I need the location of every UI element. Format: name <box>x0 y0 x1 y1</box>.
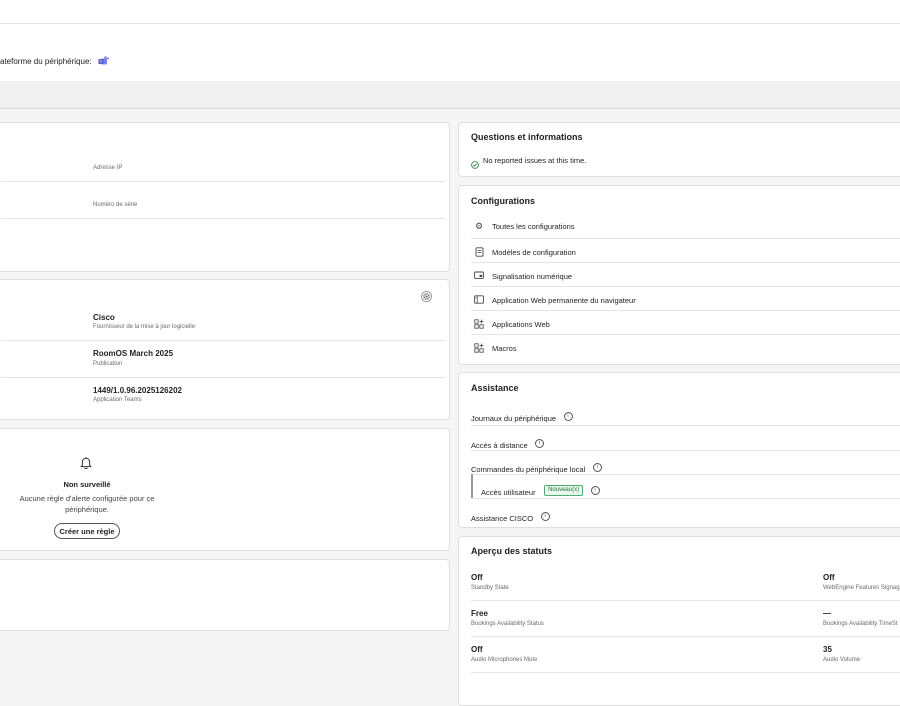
issues-status: No reported issues at this time. <box>483 156 587 165</box>
info-icon[interactable]: i <box>590 486 600 496</box>
status-label: Bookings Availability Status <box>471 621 544 627</box>
gear-icon[interactable] <box>421 289 432 302</box>
browser-icon <box>474 295 484 305</box>
info-icon[interactable]: i <box>563 412 573 422</box>
alerts-card: Non surveillé Aucune règle d'alerte conf… <box>0 428 450 551</box>
info-icon[interactable]: i <box>535 439 545 449</box>
serial-number-label: Numéro de série <box>93 202 138 208</box>
apps-icon <box>474 319 484 329</box>
assistance-item-local-commands[interactable]: Commandes du périphérique local i <box>471 459 602 474</box>
config-item-label: Toutes les configurations <box>492 222 575 231</box>
assistance-item-remote-access[interactable]: Accès à distance i <box>471 435 545 450</box>
device-header: ateforme du périphérique: T <box>0 24 900 81</box>
config-item-label: Signalisation numérique <box>492 272 573 281</box>
divider <box>1 377 445 378</box>
config-item-label: Macros <box>492 344 517 353</box>
divider <box>471 498 900 499</box>
divider <box>1 340 445 341</box>
divider <box>1 181 445 182</box>
gear-icon: ⚙ <box>474 221 484 231</box>
tab-bar <box>0 81 900 109</box>
divider <box>1 218 445 219</box>
info-icon[interactable]: i <box>540 512 550 522</box>
issues-card: Questions et informations No reported is… <box>458 122 900 177</box>
config-item-label: Application Web permanente du navigateur <box>492 296 636 305</box>
divider <box>471 262 900 263</box>
alerts-status-title: Non surveillé <box>63 480 111 489</box>
release-value: RoomOS March 2025 <box>93 349 174 358</box>
config-item-label: Modèles de configuration <box>492 248 576 257</box>
document-icon <box>474 247 484 257</box>
top-bar <box>0 0 900 24</box>
configurations-card: Configurations ⚙ Toutes les configuratio… <box>458 185 900 365</box>
divider <box>471 600 900 601</box>
software-provider-value: Cisco <box>93 313 115 322</box>
divider <box>471 672 900 673</box>
assistance-title: Assistance <box>471 383 519 393</box>
software-card: Cisco Fournisseur de la mise à jour logi… <box>0 279 450 420</box>
teams-app-label: Application Teams <box>93 397 142 403</box>
status-label: Bookings Availability TimeSt <box>823 621 898 627</box>
ip-address-label: Adresse IP <box>93 165 123 171</box>
divider <box>471 474 900 475</box>
device-info-card: Adresse IP Numéro de série <box>0 122 450 272</box>
status-value: Off <box>823 573 835 582</box>
divider <box>471 286 900 287</box>
divider <box>471 425 900 426</box>
assistance-item-label: Accès à distance <box>471 441 528 450</box>
status-label: WebEngine Features Signag <box>823 585 900 591</box>
config-item-templates[interactable]: Modèles de configuration <box>459 242 900 264</box>
status-overview-title: Aperçu des statuts <box>471 546 553 556</box>
new-badge: Nouveau(x) <box>544 485 584 497</box>
config-item-label: Applications Web <box>492 320 550 329</box>
status-value: Free <box>471 609 488 618</box>
assistance-item-label: Journaux du périphérique <box>471 414 557 423</box>
status-value: — <box>823 609 831 618</box>
status-value: Off <box>471 573 483 582</box>
assistance-item-cisco-support[interactable]: Assistance CISCO i <box>471 508 550 523</box>
config-item-signage[interactable]: Signalisation numérique <box>459 266 900 288</box>
check-circle-icon <box>471 156 479 169</box>
display-icon <box>474 271 484 281</box>
status-label: Audio Microphones Mute <box>471 657 538 663</box>
local-commands-subitem-bar <box>471 474 473 498</box>
status-value: Off <box>471 645 483 654</box>
create-rule-button[interactable]: Créer une règle <box>54 523 120 539</box>
bell-icon <box>80 457 92 470</box>
platform-info: ateforme du périphérique: T <box>0 56 109 66</box>
assistance-item-label: Commandes du périphérique local <box>471 465 586 474</box>
info-icon[interactable]: i <box>592 463 602 473</box>
issues-title: Questions et informations <box>471 132 583 142</box>
divider <box>471 238 900 239</box>
assistance-item-device-logs[interactable]: Journaux du périphérique i <box>471 408 573 423</box>
divider <box>471 334 900 335</box>
status-label: Standby State <box>471 585 509 591</box>
divider <box>471 310 900 311</box>
config-item-macros[interactable]: Macros <box>459 338 900 360</box>
status-label: Audio Volume <box>823 657 861 663</box>
alerts-description-line1: Aucune règle d'alerte configurée pour ce <box>19 494 155 503</box>
empty-card <box>0 559 450 631</box>
alerts-description-line2: périphérique. <box>65 505 109 514</box>
apps-icon <box>474 343 484 353</box>
config-item-web-apps[interactable]: Applications Web <box>459 314 900 336</box>
divider <box>471 636 900 637</box>
configurations-title: Configurations <box>471 196 535 206</box>
platform-label: ateforme du périphérique: <box>0 56 92 66</box>
assistance-item-label: Accès utilisateur <box>481 488 536 497</box>
assistance-item-label: Assistance CISCO <box>471 514 534 523</box>
config-item-all[interactable]: ⚙ Toutes les configurations <box>459 216 900 238</box>
software-provider-label: Fournisseur de la mise à jour logicielle <box>93 324 196 330</box>
assistance-card: Assistance Journaux du périphérique i Ac… <box>458 372 900 528</box>
divider <box>471 450 900 451</box>
status-overview-card: Aperçu des statuts Off Standby State Off… <box>458 536 900 706</box>
teams-app-value: 1449/1.0.96.2025126202 <box>93 386 182 395</box>
assistance-item-user-access[interactable]: Accès utilisateur Nouveau(x) i <box>481 482 600 497</box>
microsoft-teams-icon: T <box>98 56 109 66</box>
config-item-persistent-web-app[interactable]: Application Web permanente du navigateur <box>459 290 900 312</box>
release-label: Publication <box>93 361 123 367</box>
status-value: 35 <box>823 645 832 654</box>
